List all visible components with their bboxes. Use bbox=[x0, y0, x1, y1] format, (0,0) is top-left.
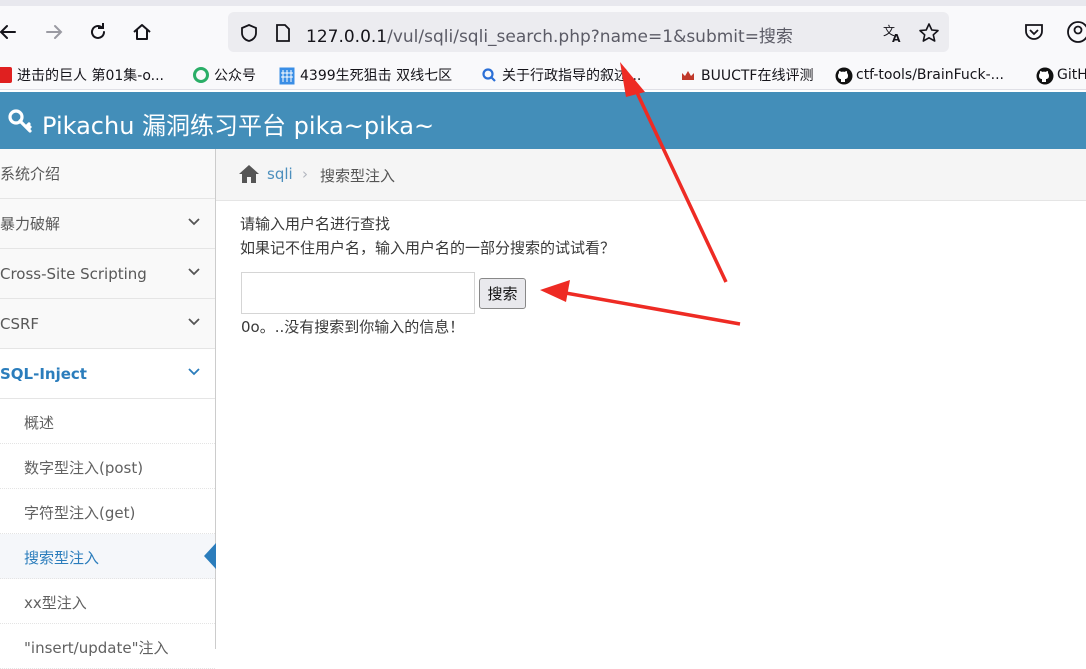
bookmark-label: ctf-tools/BrainFuck-... bbox=[856, 67, 1004, 83]
video-icon bbox=[0, 67, 12, 83]
bookmark-label: 关于行政指导的叙述... bbox=[502, 68, 642, 84]
chevron-down-icon bbox=[187, 365, 201, 383]
sidebar-subitem-label: xx型注入 bbox=[24, 594, 87, 612]
sidebar: 系统介绍 暴力破解 Cross-Site Scripting CSRF SQL-… bbox=[0, 149, 216, 669]
svg-text:A: A bbox=[892, 32, 901, 44]
bookmark-label: GitH bbox=[1057, 67, 1086, 83]
tab-strip bbox=[0, 0, 1086, 6]
site-title[interactable]: Pikachu 漏洞练习平台 pika~pika~ bbox=[42, 106, 434, 141]
search-instructions: 请输入用户名进行查找 如果记不住用户名，输入用户名的一部分搜索的试试看？ bbox=[240, 212, 615, 260]
browser-toolbar: 127.0.0.1/vul/sqli/sqli_search.php?name=… bbox=[0, 0, 1086, 60]
key-icon bbox=[8, 108, 34, 139]
shield-icon[interactable] bbox=[238, 22, 260, 44]
sidebar-subitem-numeric[interactable]: 数字型注入(post) bbox=[0, 444, 215, 489]
github-icon bbox=[1036, 67, 1054, 85]
bookmark-item[interactable]: 4399生死狙击 双线七区 bbox=[279, 65, 452, 85]
sidebar-subitem-label: "insert/update"注入 bbox=[24, 639, 169, 657]
breadcrumb-current: 搜索型注入 bbox=[320, 167, 396, 185]
bookmark-item[interactable]: ctf-tools/BrainFuck-... bbox=[835, 65, 1004, 85]
bookmark-item[interactable]: GitH bbox=[1036, 65, 1086, 85]
bookmark-item[interactable]: 进击的巨人 第01集-o... bbox=[0, 65, 164, 85]
instruction-line-2: 如果记不住用户名，输入用户名的一部分搜索的试试看？ bbox=[240, 239, 616, 257]
sidebar-subitem-label: 概述 bbox=[24, 414, 55, 432]
reload-icon[interactable] bbox=[84, 18, 112, 46]
github-icon bbox=[835, 67, 853, 85]
sidebar-item-label: 暴力破解 bbox=[0, 215, 61, 233]
bookmark-label: 公众号 bbox=[214, 68, 256, 84]
instruction-line-1: 请输入用户名进行查找 bbox=[240, 215, 391, 233]
bookmark-label: 进击的巨人 第01集-o... bbox=[17, 68, 164, 84]
sidebar-item-label: CSRF bbox=[0, 314, 40, 333]
bookmark-label: 4399生死狙击 双线七区 bbox=[300, 68, 453, 84]
page-icon[interactable] bbox=[272, 22, 294, 44]
search-input[interactable] bbox=[241, 272, 475, 314]
account-icon[interactable] bbox=[1064, 18, 1086, 46]
sidebar-subitem-string[interactable]: 字符型注入(get) bbox=[0, 489, 215, 534]
pocket-icon[interactable] bbox=[1020, 18, 1048, 46]
sidebar-item-label: SQL-Inject bbox=[0, 364, 87, 383]
wechat-icon bbox=[193, 67, 209, 83]
translate-icon[interactable]: 文A bbox=[882, 22, 904, 44]
bookmark-item[interactable]: 关于行政指导的叙述... bbox=[481, 65, 641, 85]
sidebar-item-sql-inject[interactable]: SQL-Inject bbox=[0, 349, 215, 399]
bookmark-item[interactable]: BUUCTF在线评测 bbox=[680, 65, 813, 85]
breadcrumb-separator: › bbox=[302, 165, 308, 183]
home-icon[interactable] bbox=[238, 164, 260, 188]
chevron-down-icon bbox=[187, 265, 201, 283]
breadcrumb-link[interactable]: sqli bbox=[267, 165, 293, 183]
bookmark-label: BUUCTF在线评测 bbox=[701, 68, 814, 84]
chevron-down-icon bbox=[187, 315, 201, 333]
bookmark-item[interactable]: 公众号 bbox=[193, 65, 256, 85]
breadcrumb: sqli › 搜索型注入 bbox=[216, 149, 1086, 201]
sidebar-subitem-xx[interactable]: xx型注入 bbox=[0, 579, 215, 624]
url-host: 127.0.0.1 bbox=[306, 27, 388, 47]
sidebar-item-xss[interactable]: Cross-Site Scripting bbox=[0, 249, 215, 299]
search-button[interactable]: 搜索 bbox=[479, 278, 526, 309]
sidebar-item-label: Cross-Site Scripting bbox=[0, 264, 147, 283]
url-bar[interactable]: 127.0.0.1/vul/sqli/sqli_search.php?name=… bbox=[228, 12, 949, 52]
sidebar-subitem-label: 字符型注入(get) bbox=[24, 504, 136, 522]
forward-icon[interactable] bbox=[40, 18, 68, 46]
search-result-message: 0o。..没有搜索到你输入的信息！ bbox=[241, 318, 465, 336]
sidebar-subitem-insert-update[interactable]: "insert/update"注入 bbox=[0, 624, 215, 669]
sidebar-item-bruteforce[interactable]: 暴力破解 bbox=[0, 199, 215, 249]
search-icon bbox=[481, 67, 497, 83]
sidebar-subitem-search[interactable]: 搜索型注入 bbox=[0, 534, 216, 579]
sidebar-subitem-label: 数字型注入(post) bbox=[24, 459, 144, 477]
sidebar-subitem-overview[interactable]: 概述 bbox=[0, 399, 215, 444]
url-path: /vul/sqli/sqli_search.php?name=1&submit=… bbox=[387, 27, 793, 47]
buu-icon bbox=[680, 67, 696, 83]
site-header: Pikachu 漏洞练习平台 pika~pika~ bbox=[0, 92, 1086, 149]
home-icon[interactable] bbox=[128, 18, 156, 46]
sidebar-item-label: 系统介绍 bbox=[0, 165, 61, 183]
bookmarks-bar: 进击的巨人 第01集-o... 公众号 4399生死狙击 双线七区 关于行政指导… bbox=[0, 60, 1086, 90]
sidebar-subitem-label: 搜索型注入 bbox=[24, 549, 100, 567]
annotation-arrowhead-button bbox=[540, 280, 570, 302]
sidebar-item-intro[interactable]: 系统介绍 bbox=[0, 149, 215, 199]
star-icon[interactable] bbox=[918, 22, 940, 44]
annotation-arrow-button bbox=[559, 290, 741, 326]
back-icon[interactable] bbox=[0, 18, 22, 46]
sidebar-item-csrf[interactable]: CSRF bbox=[0, 299, 215, 349]
url-text[interactable]: 127.0.0.1/vul/sqli/sqli_search.php?name=… bbox=[306, 22, 793, 47]
grid-icon bbox=[279, 67, 295, 85]
chevron-down-icon bbox=[187, 215, 201, 233]
